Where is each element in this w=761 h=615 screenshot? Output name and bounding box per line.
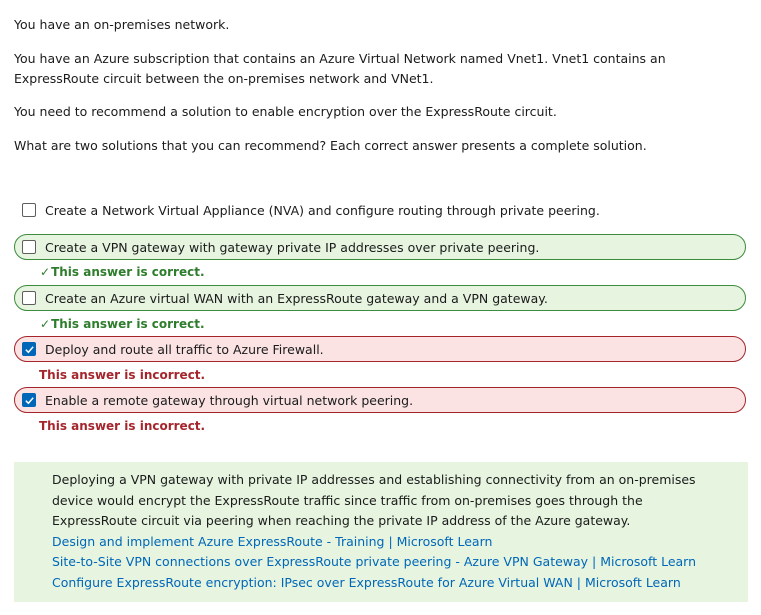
feedback-incorrect-5: This answer is incorrect.: [39, 419, 206, 433]
answer-option-5[interactable]: Enable a remote gateway through virtual …: [14, 387, 746, 413]
link-configure-expressroute-encryption[interactable]: Configure ExpressRoute encryption: IPsec…: [52, 573, 728, 594]
checkmark-icon: ✓: [40, 265, 51, 279]
question-line-2: You have an Azure subscription that cont…: [14, 51, 666, 86]
answer-option-label: Create an Azure virtual WAN with an Expr…: [45, 290, 548, 306]
link-site-to-site-vpn[interactable]: Site-to-Site VPN connections over Expres…: [52, 552, 728, 573]
question-line-4: What are two solutions that you can reco…: [14, 138, 647, 153]
checkmark-icon: ✓: [40, 317, 51, 331]
answer-option-3[interactable]: Create an Azure virtual WAN with an Expr…: [14, 285, 746, 311]
question-line-1: You have an on-premises network.: [14, 17, 230, 32]
answer-option-1[interactable]: Create a Network Virtual Appliance (NVA)…: [14, 197, 746, 223]
explanation-panel: Deploying a VPN gateway with private IP …: [14, 462, 748, 602]
feedback-correct-3: ✓This answer is correct.: [40, 317, 205, 331]
answer-option-2[interactable]: Create a VPN gateway with gateway privat…: [14, 234, 746, 260]
answer-option-label: Create a Network Virtual Appliance (NVA)…: [45, 202, 600, 218]
feedback-incorrect-4: This answer is incorrect.: [39, 368, 206, 382]
check-icon: [24, 345, 34, 353]
answer-option-4[interactable]: Deploy and route all traffic to Azure Fi…: [14, 336, 746, 362]
question-line-3: You need to recommend a solution to enab…: [14, 104, 557, 119]
feedback-correct-2: ✓This answer is correct.: [40, 265, 205, 279]
checkbox-5-checked[interactable]: [22, 393, 36, 407]
answer-option-label: Create a VPN gateway with gateway privat…: [45, 239, 540, 255]
check-icon: [24, 396, 34, 404]
link-design-implement-expressroute[interactable]: Design and implement Azure ExpressRoute …: [52, 532, 728, 553]
answer-option-label: Deploy and route all traffic to Azure Fi…: [45, 341, 324, 357]
checkbox-1[interactable]: [22, 203, 36, 217]
explanation-text: Deploying a VPN gateway with private IP …: [52, 472, 696, 528]
checkbox-2[interactable]: [22, 240, 36, 254]
checkbox-4-checked[interactable]: [22, 342, 36, 356]
answer-option-label: Enable a remote gateway through virtual …: [45, 392, 414, 408]
checkbox-3[interactable]: [22, 291, 36, 305]
